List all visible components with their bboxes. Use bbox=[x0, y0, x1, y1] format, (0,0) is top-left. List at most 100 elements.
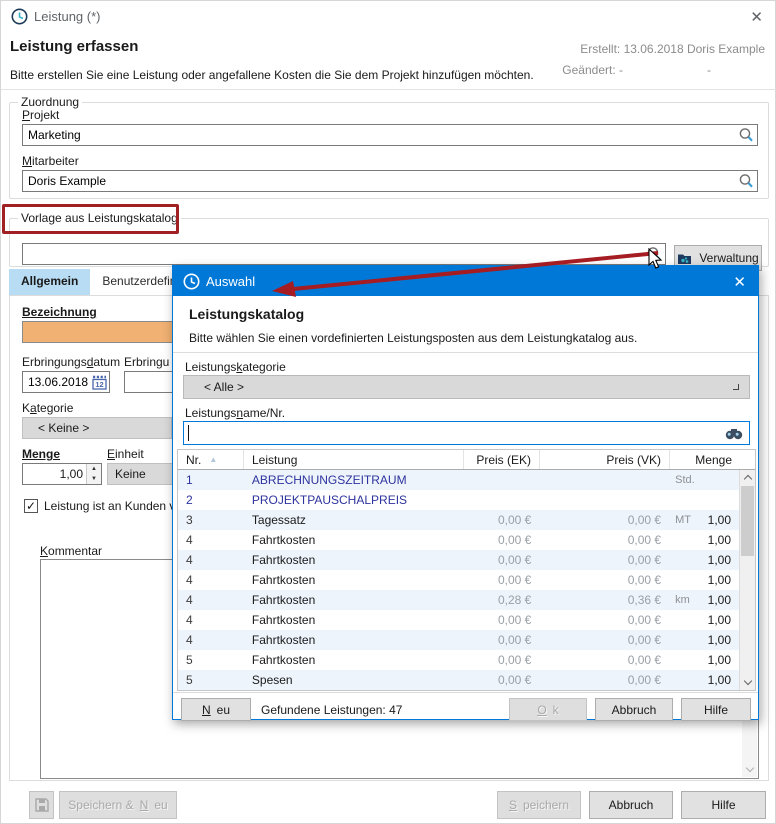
search-icon[interactable] bbox=[738, 173, 755, 190]
cell-nr: 5 bbox=[178, 653, 244, 667]
dialog-heading: Leistungskatalog bbox=[189, 306, 304, 322]
cell-leistung: Fahrtkosten bbox=[244, 593, 464, 607]
column-header-preis-vk[interactable]: Preis (VK) bbox=[540, 450, 670, 469]
cell-menge: 1,00 bbox=[695, 673, 739, 687]
table-row[interactable]: 4Fahrtkosten0,00 €0,00 €1,00 bbox=[178, 570, 739, 590]
record-meta: Erstellt: 13.06.2018 Doris Example Geänd… bbox=[562, 42, 765, 77]
table-row[interactable]: 2PROJEKTPAUSCHALPREIS bbox=[178, 490, 739, 510]
selected-kategorie: < Alle > bbox=[204, 380, 244, 394]
speichern-button[interactable]: Speichern bbox=[497, 791, 581, 819]
verrechenbar-checkbox[interactable]: ✓ Leistung ist an Kunden verrechenbar bbox=[24, 499, 174, 513]
projekt-label: Projekt bbox=[22, 108, 59, 122]
cell-leistung: Fahrtkosten bbox=[244, 553, 464, 567]
cell-preis-vk: 0,00 € bbox=[539, 673, 669, 687]
ok-button[interactable]: Ok bbox=[509, 698, 587, 721]
tab-allgemein[interactable]: Allgemein bbox=[9, 269, 90, 295]
table-row[interactable]: 4Fahrtkosten0,28 €0,36 €km1,00 bbox=[178, 590, 739, 610]
save-icon-button[interactable] bbox=[29, 791, 54, 819]
abbruch-button[interactable]: Abbruch bbox=[589, 791, 673, 819]
table-scrollbar[interactable] bbox=[739, 470, 755, 690]
close-icon[interactable]: ✕ bbox=[733, 273, 746, 291]
dialog-titlebar: Auswahl ✕ bbox=[173, 266, 758, 296]
leistungskatalog-table: Nr. ▲ Leistung Preis (EK) Preis (VK) Men… bbox=[177, 449, 756, 691]
column-header-leistung[interactable]: Leistung bbox=[244, 450, 464, 469]
cell-preis-vk: 0,00 € bbox=[539, 573, 669, 587]
scroll-up-icon[interactable] bbox=[740, 470, 755, 485]
projekt-input[interactable] bbox=[22, 124, 758, 146]
cell-leistung: Fahrtkosten bbox=[244, 633, 464, 647]
cell-preis-ek: 0,00 € bbox=[463, 553, 539, 567]
dialog-separator bbox=[173, 352, 758, 353]
checkbox-check-icon[interactable]: ✓ bbox=[24, 499, 38, 513]
window-titlebar: Leistung (*) ✕ bbox=[1, 1, 775, 31]
cell-leistung: Tagessatz bbox=[244, 513, 464, 527]
cell-leistung: Fahrtkosten bbox=[244, 533, 464, 547]
leistungskategorie-select[interactable]: < Alle > bbox=[183, 375, 750, 399]
table-row[interactable]: 4Fahrtkosten0,00 €0,00 €1,00 bbox=[178, 550, 739, 570]
table-row[interactable]: 3Tagessatz0,00 €0,00 €MT1,00 bbox=[178, 510, 739, 530]
calendar-icon[interactable]: 12 bbox=[92, 375, 107, 390]
cell-preis-vk: 0,00 € bbox=[539, 613, 669, 627]
scroll-down-icon[interactable] bbox=[740, 675, 755, 690]
cell-leistung: Fahrtkosten bbox=[244, 653, 464, 667]
hilfe-button[interactable]: Hilfe bbox=[681, 791, 766, 819]
cell-preis-vk: 0,00 € bbox=[539, 533, 669, 547]
column-header-nr[interactable]: Nr. ▲ bbox=[178, 450, 244, 469]
column-header-menge[interactable]: Menge bbox=[670, 450, 740, 469]
table-row[interactable]: 5Spesen0,00 €0,00 €1,00 bbox=[178, 670, 739, 690]
search-icon[interactable] bbox=[738, 127, 755, 144]
cell-nr: 4 bbox=[178, 533, 244, 547]
cell-menge: 1,00 bbox=[695, 533, 739, 547]
cell-nr: 4 bbox=[178, 553, 244, 567]
leistungskategorie-label: Leistungskategorie bbox=[185, 360, 286, 374]
cell-preis-vk: 0,36 € bbox=[539, 593, 669, 607]
vorlage-group: Vorlage aus Leistungskatalog Verwaltung bbox=[9, 211, 769, 267]
found-count-text: Gefundene Leistungen: 47 bbox=[261, 703, 402, 717]
table-row[interactable]: 4Fahrtkosten0,00 €0,00 €1,00 bbox=[178, 530, 739, 550]
table-row[interactable]: 5Fahrtkosten0,00 €0,00 €1,00 bbox=[178, 650, 739, 670]
dialog-abbruch-button[interactable]: Abbruch bbox=[595, 698, 673, 721]
kategorie-select[interactable]: < Keine > bbox=[22, 417, 172, 439]
cell-preis-ek: 0,28 € bbox=[463, 593, 539, 607]
cell-leistung: Fahrtkosten bbox=[244, 613, 464, 627]
vorlage-input[interactable] bbox=[22, 243, 666, 265]
binoculars-icon bbox=[725, 427, 743, 440]
cell-preis-ek: 0,00 € bbox=[463, 533, 539, 547]
stepper-up-icon[interactable]: ▲ bbox=[87, 464, 101, 474]
table-row[interactable]: 4Fahrtkosten0,00 €0,00 €1,00 bbox=[178, 610, 739, 630]
page-title: Leistung erfassen bbox=[10, 38, 138, 55]
neu-button[interactable]: Neu bbox=[181, 698, 251, 721]
dialog-title: Auswahl bbox=[206, 274, 255, 289]
chevron-down-icon bbox=[733, 384, 739, 390]
bezeichnung-label: Bezeichnung bbox=[22, 305, 97, 319]
stepper-down-icon[interactable]: ▼ bbox=[87, 474, 101, 484]
cell-preis-vk: 0,00 € bbox=[539, 653, 669, 667]
column-header-preis-ek[interactable]: Preis (EK) bbox=[464, 450, 540, 469]
cell-nr: 1 bbox=[178, 473, 244, 487]
cell-leistung: PROJEKTPAUSCHALPREIS bbox=[244, 493, 464, 507]
search-icon[interactable] bbox=[646, 246, 663, 263]
table-row[interactable]: 1ABRECHNUNGSZEITRAUMStd. bbox=[178, 470, 739, 490]
scrollbar-thumb[interactable] bbox=[741, 486, 754, 556]
zuordnung-group: Zuordnung Projekt Mitarbeiter bbox=[9, 95, 769, 199]
close-icon[interactable]: ✕ bbox=[750, 8, 763, 26]
cell-preis-vk: 0,00 € bbox=[539, 513, 669, 527]
table-row[interactable]: 4Fahrtkosten0,00 €0,00 €1,00 bbox=[178, 630, 739, 650]
dialog-description: Bitte wählen Sie einen vordefinierten Le… bbox=[189, 331, 637, 345]
menge-stepper[interactable]: 1,00 ▲ ▼ bbox=[22, 463, 102, 485]
catalog-table-body: 1ABRECHNUNGSZEITRAUMStd.2PROJEKTPAUSCHAL… bbox=[178, 470, 739, 690]
leistungsname-input[interactable] bbox=[183, 421, 750, 445]
vorlage-legend: Vorlage aus Leistungskatalog bbox=[18, 211, 181, 225]
dialog-hilfe-button[interactable]: Hilfe bbox=[681, 698, 751, 721]
cell-nr: 4 bbox=[178, 633, 244, 647]
text-caret bbox=[188, 425, 189, 441]
menge-label: Menge bbox=[22, 447, 60, 461]
cell-nr: 3 bbox=[178, 513, 244, 527]
cell-leistung: Spesen bbox=[244, 673, 464, 687]
mitarbeiter-input[interactable] bbox=[22, 170, 758, 192]
scroll-down-icon[interactable] bbox=[742, 762, 757, 777]
speichern-neu-button[interactable]: Speichern & Neu bbox=[59, 791, 177, 819]
cell-preis-ek: 0,00 € bbox=[463, 673, 539, 687]
cell-preis-ek: 0,00 € bbox=[463, 613, 539, 627]
cell-menge: 1,00 bbox=[695, 573, 739, 587]
